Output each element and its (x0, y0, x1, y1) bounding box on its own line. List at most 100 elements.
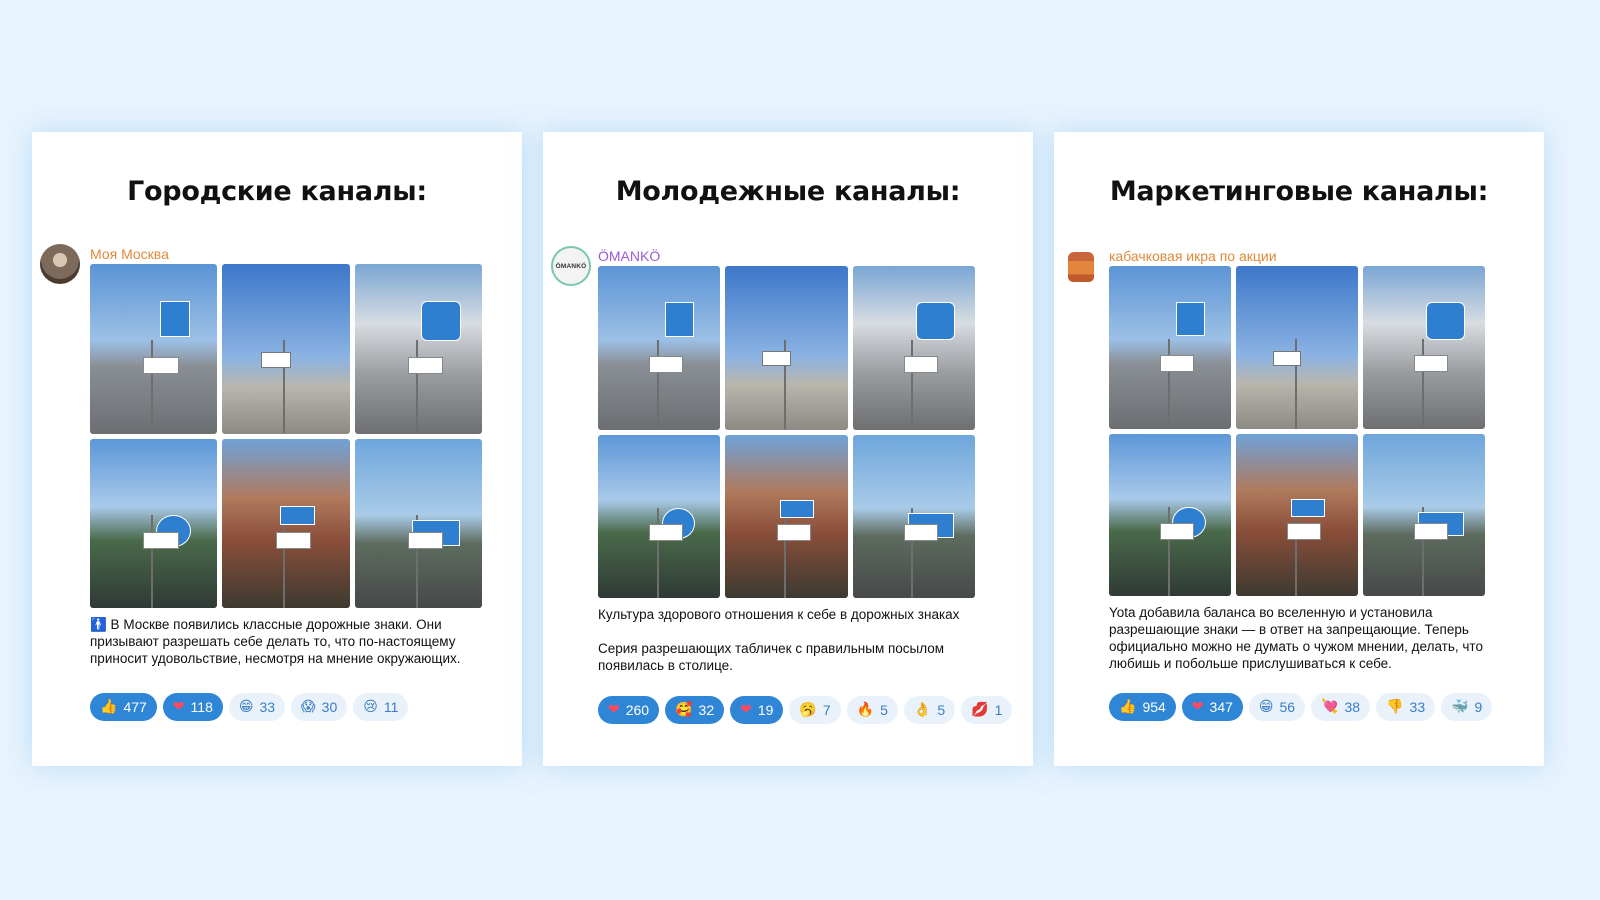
reaction-chip[interactable]: 👍 954 (1109, 693, 1176, 721)
photo-university-sign[interactable] (598, 266, 721, 430)
channel-avatar[interactable] (40, 244, 80, 284)
photo-riverside-sign[interactable] (598, 434, 721, 598)
reaction-chip[interactable]: 🥱 7 (789, 696, 841, 724)
reaction-chip[interactable]: 🔥 5 (846, 696, 898, 724)
sign-plate (649, 355, 684, 373)
post-text: Культура здорового отношения к себе в до… (598, 607, 960, 673)
sign-pole (1421, 339, 1424, 429)
reaction-count: 9 (1474, 699, 1483, 715)
reaction-chip[interactable]: ❤ 19 (730, 696, 784, 724)
sign-pole (656, 508, 659, 598)
sign-pole (656, 339, 659, 430)
sign-pole (911, 339, 914, 430)
reaction-chip[interactable]: ❤ 118 (162, 693, 223, 721)
road-sign (780, 499, 815, 519)
card-title: Городские каналы: (127, 176, 427, 207)
reaction-chip[interactable]: ❤ 260 (598, 696, 660, 724)
fire-icon: 🔥 (856, 702, 875, 718)
reaction-count: 954 (1142, 699, 1166, 715)
reaction-chip[interactable]: 😁 33 (228, 693, 286, 721)
photo-grid (90, 264, 482, 608)
card-title: Молодежные каналы: (615, 176, 961, 207)
card-title: Маркетинговые каналы: (1109, 176, 1489, 207)
grin-icon: 😁 (1258, 699, 1274, 715)
reaction-chip[interactable]: 🐳 9 (1441, 693, 1493, 721)
scream-icon: 😱 (301, 699, 316, 715)
reactions-bar: 👍 954 ❤ 347 😁 56 💘 38 👎 33 🐳 9 (1109, 693, 1493, 721)
heart-icon: ❤ (608, 702, 620, 718)
reaction-chip[interactable]: ❤ 347 (1181, 693, 1243, 721)
road-sign (420, 301, 462, 341)
channel-avatar[interactable] (1068, 252, 1094, 282)
heart-icon: ❤ (740, 702, 752, 718)
yawn-icon: 🥱 (799, 702, 817, 718)
avatar-text: ÖMANKÖ (555, 262, 587, 270)
sign-pole (415, 340, 418, 434)
heart-arrow-icon: 💘 (1321, 699, 1339, 715)
photo-chimney-sign[interactable] (222, 438, 350, 608)
hearts-face-icon: 🥰 (675, 702, 693, 718)
reaction-count: 11 (383, 699, 399, 715)
photo-grid (1109, 266, 1485, 596)
reaction-count: 30 (321, 699, 338, 715)
photo-university-sign[interactable] (90, 264, 218, 434)
photo-sculpture-sign[interactable] (725, 266, 848, 430)
photo-riverside-sign[interactable] (1109, 433, 1231, 596)
reaction-count: 347 (1209, 699, 1233, 715)
card-city-channels: Городские каналы: Моя Москва 🚹 В Москве … (32, 132, 522, 766)
sign-plate (143, 357, 179, 375)
road-sign (260, 352, 291, 368)
photo-riverside-sign[interactable] (90, 438, 218, 608)
sign-plate (1287, 522, 1321, 540)
reaction-chip[interactable]: 💋 1 (961, 696, 1013, 724)
thumbs-up-icon: 👍 (100, 699, 118, 715)
photo-start-sign[interactable] (354, 264, 482, 434)
reaction-count: 38 (1344, 699, 1361, 715)
photo-street-sign[interactable] (852, 434, 975, 598)
road-sign (279, 506, 315, 526)
reaction-chip[interactable]: 🥰 32 (665, 696, 725, 724)
photo-start-sign[interactable] (852, 266, 975, 430)
whale-icon: 🐳 (1451, 699, 1469, 715)
sign-pole (784, 508, 787, 598)
photo-start-sign[interactable] (1363, 266, 1485, 429)
photo-street-sign[interactable] (354, 438, 482, 608)
road-sign (1426, 301, 1466, 340)
road-sign (1272, 350, 1302, 366)
reaction-chip[interactable]: 👎 33 (1376, 693, 1436, 721)
channel-name[interactable]: кабачковая икра по акции (1109, 248, 1277, 264)
post-text: 🚹 В Москве появились классные дорожные з… (90, 617, 461, 666)
reaction-chip[interactable]: 😢 11 (353, 693, 409, 721)
photo-chimney-sign[interactable] (725, 434, 848, 598)
sign-pole (151, 514, 154, 608)
reaction-chip[interactable]: 👍 477 (90, 693, 157, 721)
photo-university-sign[interactable] (1109, 266, 1231, 429)
reaction-count: 5 (937, 702, 946, 718)
channel-avatar[interactable]: ÖMANKÖ (551, 246, 591, 286)
sign-pole (283, 514, 286, 608)
photo-sculpture-sign[interactable] (222, 264, 350, 434)
reaction-chip[interactable]: 💘 38 (1311, 693, 1371, 721)
thumbs-down-icon: 👎 (1386, 699, 1404, 715)
reactions-bar: ❤ 260 🥰 32 ❤ 19 🥱 7 🔥 5 👌 5 💋 1 (598, 696, 1013, 724)
photo-street-sign[interactable] (1363, 433, 1485, 596)
reaction-chip[interactable]: 😁 56 (1248, 693, 1306, 721)
sign-plate (408, 531, 444, 549)
sign-plate (1160, 355, 1194, 372)
channel-name[interactable]: ÖMANKÖ (598, 248, 660, 264)
sign-plate (904, 524, 938, 542)
sign-pole (151, 340, 154, 434)
channel-name[interactable]: Моя Москва (90, 246, 169, 262)
sign-plate (275, 531, 311, 549)
photo-sculpture-sign[interactable] (1236, 266, 1358, 429)
heart-icon: ❤ (172, 699, 185, 715)
road-sign (1176, 301, 1205, 337)
card-youth-channels: Молодежные каналы: ÖMANKÖ ÖMANKÖ Культур… (543, 132, 1033, 766)
heart-icon: ❤ (1191, 699, 1204, 715)
reaction-chip[interactable]: 😱 30 (291, 693, 348, 721)
kiss-icon: 💋 (971, 702, 989, 718)
photo-chimney-sign[interactable] (1236, 433, 1358, 596)
photo-grid (598, 266, 975, 598)
reaction-count: 5 (880, 702, 888, 718)
reaction-chip[interactable]: 👌 5 (903, 696, 956, 724)
